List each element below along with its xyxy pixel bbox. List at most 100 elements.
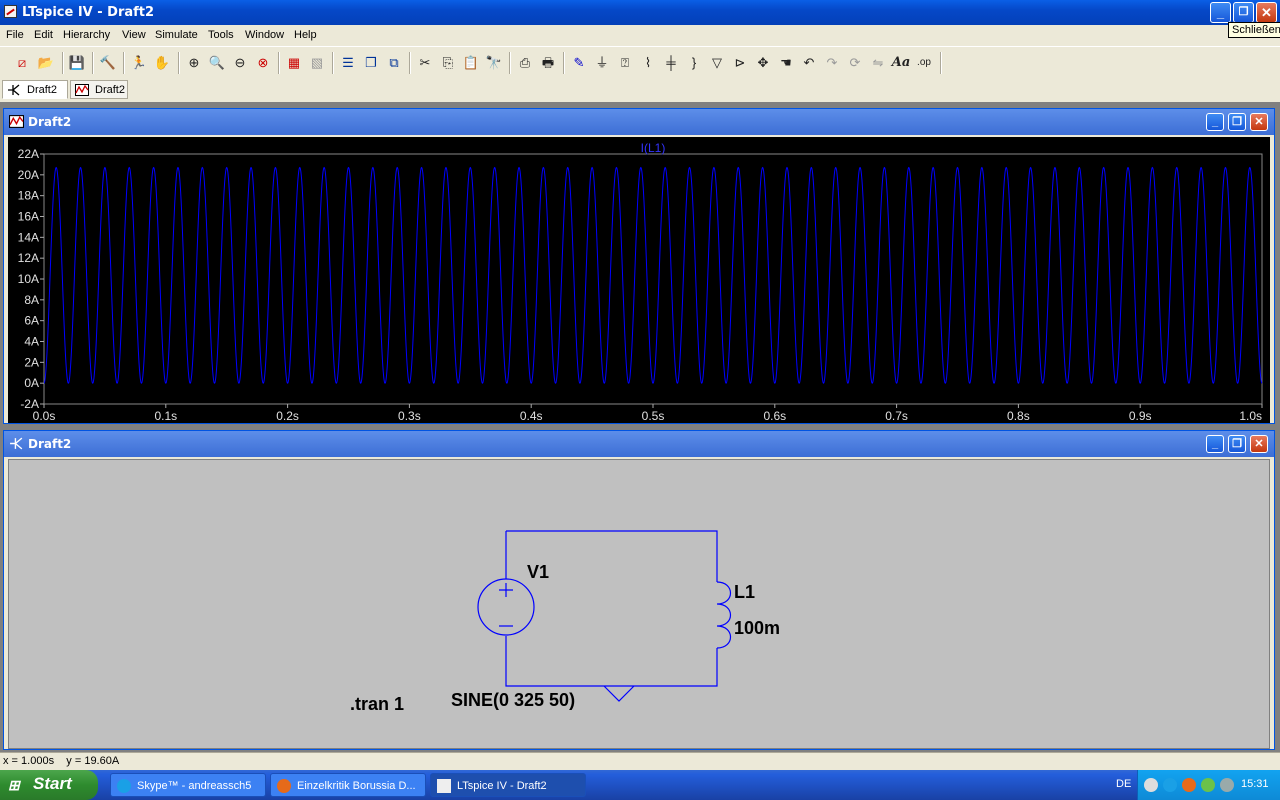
schematic-window-caption[interactable]: Draft2 _ ❐ ✕ [4,431,1274,457]
redo-icon[interactable]: ↷ [822,53,842,73]
y-tick-label: 4A [24,335,39,349]
run-icon[interactable]: 🏃 [129,53,149,73]
waveform-minimize-button[interactable]: _ [1206,113,1224,131]
cascade-icon[interactable]: ❐ [361,53,381,73]
label-net-icon[interactable]: ⍰ [615,53,635,73]
manual-limits-icon[interactable]: ▧ [307,53,327,73]
menu-file[interactable]: File [6,29,24,41]
tile-vertical-icon[interactable]: ⧉ [384,53,404,73]
waveform-plot[interactable]: 22A 20A 18A 16A 14A 12A 10A 8A 6A 4A 2A 0A -2A 0.0s 0.… [8,137,1270,423]
menu-tools[interactable]: Tools [208,29,234,41]
schematic-maximize-button[interactable]: ❐ [1228,435,1246,453]
menu-edit[interactable]: Edit [34,29,53,41]
zoom-fit-icon[interactable]: ⊗ [253,53,273,73]
waveform-window: Draft2 _ ❐ ✕ 22A 20A 18A 16A 14A 12A 10A 8A 6A 4A… [3,108,1275,424]
rotate-icon[interactable]: ⟳ [845,53,865,73]
spice-directive-icon[interactable]: .op [914,53,934,73]
waveform-chart: 22A20A18A16A14A12A10A8A6A4A2A0A-2A0.0s 0.… [18,141,1263,423]
tab-schematic[interactable]: Draft2 [2,80,68,99]
inductor-name-label[interactable]: L1 [734,582,755,603]
resistor-icon[interactable]: ⌇ [638,53,658,73]
y-tick-label: 12A [18,251,39,265]
waveform-window-caption[interactable]: Draft2 _ ❐ ✕ [4,109,1274,135]
pan-icon[interactable]: 🔍 [207,53,227,73]
print-setup-icon[interactable]: ⎙ [515,53,535,73]
save-icon[interactable]: 💾 [67,53,87,73]
x-tick-label: 0.0s [33,409,56,423]
ltspice-app-icon [4,5,17,18]
tile-horizontal-icon[interactable]: ☰ [338,53,358,73]
task-firefox-label: Einzelkritik Borussia D... [297,780,416,792]
close-icon: ✕ [1261,5,1272,20]
start-label: Start [33,774,72,793]
toolbar: ⧄ 📂 💾 🔨 🏃 ✋ ⊕ 🔍 ⊖ ⊗ ▦ ▧ ☰ ❐ ⧉ ✂ ⎘ 📋 🔭 ⎙ … [0,46,1280,80]
windows-logo-icon: ⊞ [8,777,20,793]
menu-window[interactable]: Window [245,29,284,41]
menu-hierarchy[interactable]: Hierarchy [63,29,110,41]
menu-help[interactable]: Help [294,29,317,41]
open-folder-icon[interactable]: 📂 [36,53,56,73]
ground-marker [603,685,635,702]
find-icon[interactable]: 🔭 [484,53,504,73]
x-tick-label: 0.8s [1007,409,1030,423]
clock: 15:31 [1241,778,1269,790]
waveform-window-icon [9,115,24,128]
cut-icon[interactable]: ✂ [415,53,435,73]
tab-waveform[interactable]: Draft2 [70,80,128,99]
waveform-close-button[interactable]: ✕ [1250,113,1268,131]
task-ltspice[interactable]: LTspice IV - Draft2 [430,773,586,797]
x-tick-label: 0.5s [642,409,665,423]
halt-icon[interactable]: ✋ [152,53,172,73]
menu-view[interactable]: View [122,29,146,41]
print-icon[interactable]: 🖶 [538,53,558,73]
restore-button[interactable]: ❐ [1233,2,1254,23]
tray-antivirus-icon[interactable] [1182,778,1196,792]
task-skype[interactable]: Skype™ - andreassch5 [110,773,266,797]
spice-directive-label[interactable]: .tran 1 [350,694,404,715]
x-tick-label: 0.1s [154,409,177,423]
tray-expand-icon[interactable] [1144,778,1158,792]
y-tick-label: 0A [24,376,39,390]
minimize-button[interactable]: _ [1210,2,1231,23]
trace-title: I(L1) [641,141,666,155]
waveform-maximize-button[interactable]: ❐ [1228,113,1246,131]
menu-simulate[interactable]: Simulate [155,29,198,41]
firefox-icon [277,779,291,793]
control-panel-icon[interactable]: 🔨 [98,53,118,73]
copy-icon[interactable]: ⎘ [438,53,458,73]
component-icon[interactable]: ⊳ [730,53,750,73]
x-tick-label: 0.2s [276,409,299,423]
source-name-label[interactable]: V1 [527,562,549,583]
inductor-icon[interactable]: } [684,53,704,73]
paste-icon[interactable]: 📋 [461,53,481,73]
ground-icon[interactable]: ⏚ [592,53,612,73]
zoom-in-icon[interactable]: ⊕ [184,53,204,73]
tray-network-icon[interactable] [1220,778,1234,792]
inductor-value-label[interactable]: 100m [734,618,780,639]
drag-icon[interactable]: ☚ [776,53,796,73]
schematic-close-button[interactable]: ✕ [1250,435,1268,453]
diode-icon[interactable]: ▽ [707,53,727,73]
mdi-area: Draft2 _ ❐ ✕ 22A 20A 18A 16A 14A 12A 10A 8A 6A 4A… [0,102,1280,752]
y-tick-label: 16A [18,210,39,224]
language-indicator[interactable]: DE [1116,778,1131,790]
schematic-canvas[interactable]: V1 L1 100m SINE(0 325 50) .tran 1 [8,459,1270,749]
undo-icon[interactable]: ↶ [799,53,819,73]
new-schematic-icon[interactable]: ⧄ [12,53,32,73]
source-value-label[interactable]: SINE(0 325 50) [451,690,575,711]
close-button[interactable]: ✕ [1256,2,1277,23]
text-icon[interactable]: Aa [891,53,911,73]
y-tick-label: 6A [24,314,39,328]
task-firefox[interactable]: Einzelkritik Borussia D... [270,773,426,797]
window-title: LTspice IV - Draft2 [22,5,155,20]
autorange-icon[interactable]: ▦ [284,53,304,73]
draw-wire-icon[interactable]: ✎ [569,53,589,73]
move-icon[interactable]: ✥ [753,53,773,73]
tray-skype-icon[interactable] [1163,778,1177,792]
zoom-out-icon[interactable]: ⊖ [230,53,250,73]
mirror-icon[interactable]: ⇋ [868,53,888,73]
capacitor-icon[interactable]: ╪ [661,53,681,73]
start-button[interactable]: ⊞ Start [0,770,98,800]
schematic-minimize-button[interactable]: _ [1206,435,1224,453]
tray-status-icon[interactable] [1201,778,1215,792]
